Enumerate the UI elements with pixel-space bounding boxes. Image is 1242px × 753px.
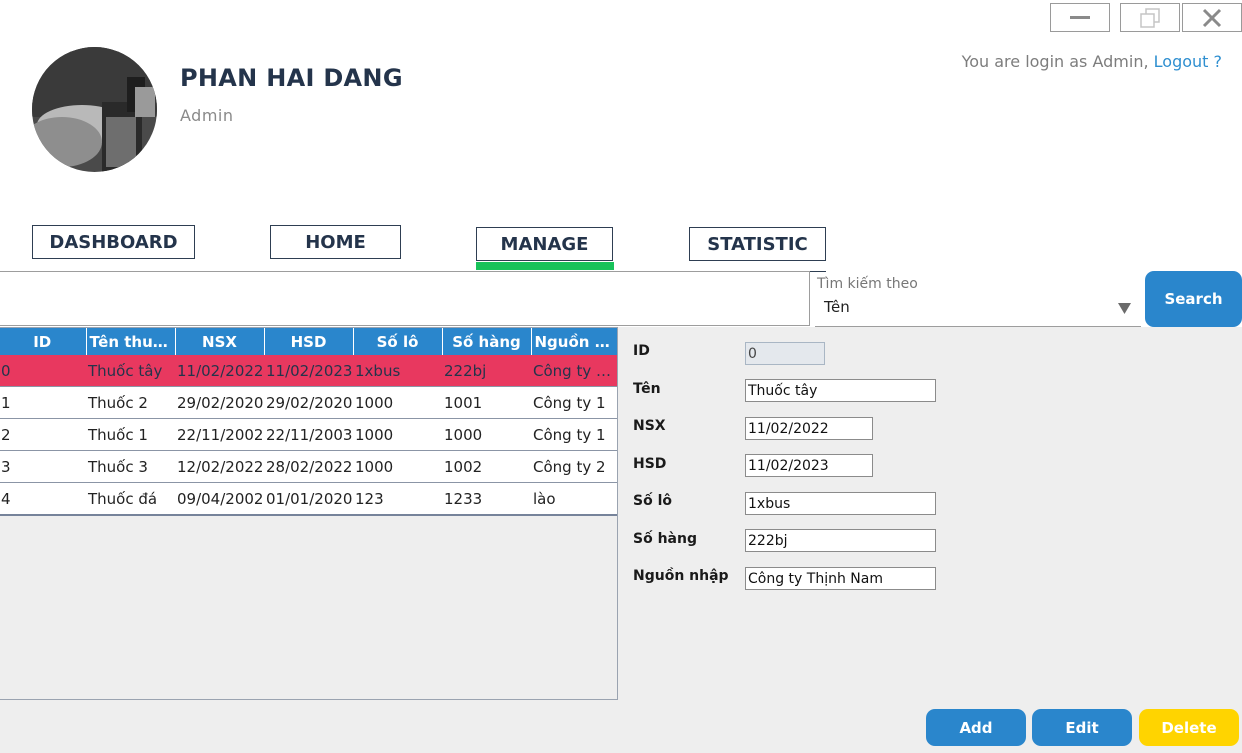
table-cell: 3	[0, 450, 86, 483]
table-cell: 1001	[442, 386, 531, 419]
column-header-nsx[interactable]: NSX	[175, 328, 265, 355]
table-row[interactable]: 4 Thuốc đá 09/04/2002 01/01/2020 123 123…	[0, 482, 617, 516]
table-cell: Công ty Thị...	[531, 355, 617, 387]
table-cell: 22/11/2002	[175, 418, 264, 451]
active-tab-indicator	[476, 262, 614, 270]
minimize-icon	[1070, 15, 1090, 19]
search-by-value: Tên	[824, 298, 850, 316]
table-cell: 0	[0, 355, 86, 387]
table-cell: 1000	[442, 418, 531, 451]
table-cell: 09/04/2002	[175, 482, 264, 516]
table-cell: 1	[0, 386, 86, 419]
table-cell: 29/02/2020	[264, 386, 353, 419]
avatar	[32, 47, 157, 172]
table-cell: 1233	[442, 482, 531, 516]
ten-label: Tên	[633, 381, 661, 397]
table-cell: 28/02/2022	[264, 450, 353, 483]
table-cell: 1000	[353, 450, 442, 483]
table-cell: 1000	[353, 418, 442, 451]
nguon-nhap-field[interactable]: Công ty Thịnh Nam	[745, 567, 936, 590]
table-cell: 2	[0, 418, 86, 451]
hsd-field[interactable]: 11/02/2023	[745, 454, 873, 477]
table-row[interactable]: 1 Thuốc 2 29/02/2020 29/02/2020 1000 100…	[0, 386, 617, 419]
table-cell: 123	[353, 482, 442, 516]
restore-icon	[1140, 7, 1160, 28]
table-cell: 1002	[442, 450, 531, 483]
so-lo-field[interactable]: 1xbus	[745, 492, 936, 515]
table-cell: Thuốc 3	[86, 450, 175, 483]
search-by-label: Tìm kiếm theo	[817, 276, 918, 292]
table-row[interactable]: 3 Thuốc 3 12/02/2022 28/02/2022 1000 100…	[0, 450, 617, 483]
chevron-down-icon	[1118, 303, 1131, 314]
table-cell: Công ty 1	[531, 418, 617, 451]
close-button[interactable]	[1182, 3, 1242, 32]
search-by-select[interactable]: Tên	[815, 293, 1141, 327]
column-header-ten-thuoc[interactable]: Tên thuốc	[86, 328, 176, 355]
table-cell: Thuốc đá	[86, 482, 175, 516]
id-field: 0	[745, 342, 825, 365]
table-cell: 4	[0, 482, 86, 516]
medicine-table: ID Tên thuốc NSX HSD Số lô Số hàng Nguồn…	[0, 327, 618, 700]
search-button[interactable]: Search	[1145, 271, 1242, 327]
hsd-label: HSD	[633, 456, 667, 472]
table-cell: Thuốc 2	[86, 386, 175, 419]
session-text: You are login as Admin,	[961, 52, 1154, 71]
add-button[interactable]: Add	[926, 709, 1026, 746]
nsx-label: NSX	[633, 418, 666, 434]
table-cell: lào	[531, 482, 617, 516]
profile-name: PHAN HAI DANG	[180, 64, 403, 92]
table-cell: 1000	[353, 386, 442, 419]
table-cell: Công ty 2	[531, 450, 617, 483]
maximize-button[interactable]	[1120, 3, 1180, 32]
so-hang-field[interactable]: 222bj	[745, 529, 936, 552]
delete-button[interactable]: Delete	[1139, 709, 1239, 746]
tab-home[interactable]: HOME	[270, 225, 401, 259]
so-hang-label: Số hàng	[633, 531, 697, 547]
ten-field[interactable]: Thuốc tây	[745, 379, 936, 402]
tab-dashboard[interactable]: DASHBOARD	[32, 225, 195, 259]
nguon-nhap-label: Nguồn nhập	[633, 568, 729, 584]
minimize-button[interactable]	[1050, 3, 1110, 32]
table-cell: 1xbus	[353, 355, 442, 387]
column-header-nguon-nhap[interactable]: Nguồn nh...	[531, 328, 617, 355]
table-row[interactable]: 0 Thuốc tây 11/02/2022 11/02/2023 1xbus …	[0, 355, 617, 387]
table-cell: 29/02/2020	[175, 386, 264, 419]
so-lo-label: Số lô	[633, 493, 672, 509]
table-row[interactable]: 2 Thuốc 1 22/11/2002 22/11/2003 1000 100…	[0, 418, 617, 451]
logout-link[interactable]: Logout ?	[1154, 52, 1222, 71]
column-header-id[interactable]: ID	[0, 328, 87, 355]
close-icon	[1202, 8, 1222, 27]
session-info: You are login as Admin, Logout ?	[962, 52, 1222, 71]
table-cell: Thuốc 1	[86, 418, 175, 451]
table-cell: 22/11/2003	[264, 418, 353, 451]
edit-button[interactable]: Edit	[1032, 709, 1132, 746]
table-cell: 222bj	[442, 355, 531, 387]
table-cell: Công ty 1	[531, 386, 617, 419]
table-cell: 12/02/2022	[175, 450, 264, 483]
tab-statistic[interactable]: STATISTIC	[689, 227, 826, 261]
column-header-so-lo[interactable]: Số lô	[353, 328, 443, 355]
profile-role: Admin	[180, 106, 234, 125]
tab-manage[interactable]: MANAGE	[476, 227, 613, 261]
search-input[interactable]	[0, 271, 810, 326]
column-header-hsd[interactable]: HSD	[264, 328, 354, 355]
column-header-so-hang[interactable]: Số hàng	[442, 328, 532, 355]
table-cell: 11/02/2023	[264, 355, 353, 387]
table-cell: Thuốc tây	[86, 355, 175, 387]
id-label: ID	[633, 343, 650, 359]
nsx-field[interactable]: 11/02/2022	[745, 417, 873, 440]
table-cell: 11/02/2022	[175, 355, 264, 387]
table-cell: 01/01/2020	[264, 482, 353, 516]
table-header-row: ID Tên thuốc NSX HSD Số lô Số hàng Nguồn…	[0, 328, 617, 355]
